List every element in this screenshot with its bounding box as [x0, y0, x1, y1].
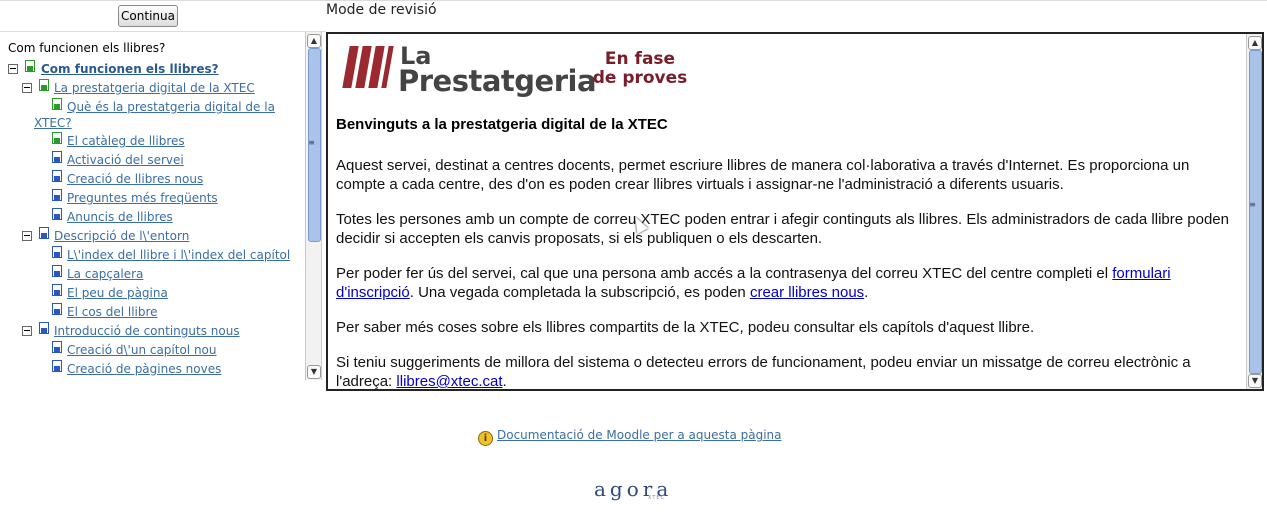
toc-item-page[interactable]: Activació del servei: [67, 152, 184, 168]
toc-link[interactable]: Activació del servei: [67, 153, 184, 167]
blue-page-icon: [52, 284, 62, 296]
blue-page-icon: [52, 360, 62, 372]
contact-text-2: .: [502, 373, 507, 390]
toc-item-page[interactable]: La capçalera: [67, 266, 143, 282]
toc-link[interactable]: Creació d\'un capítol nou: [67, 343, 217, 357]
toc-link[interactable]: Descripció de l\'entorn: [54, 229, 189, 243]
create-books-link[interactable]: crear llibres nous: [750, 284, 864, 301]
agora-logo-subtitle: XTEC: [648, 495, 666, 501]
toc-link[interactable]: La prestatgeria digital de la XTEC: [54, 81, 255, 95]
toc-scrollbar[interactable]: ▲ ≡ ▼: [305, 32, 321, 380]
scroll-thumb[interactable]: [1249, 50, 1262, 374]
toc-item-page[interactable]: El cos del llibre: [67, 304, 158, 320]
beta-line-1: En fase: [604, 49, 676, 69]
toc-item-page[interactable]: Anuncis de llibres: [67, 209, 173, 225]
scroll-grip-icon: ≡: [308, 138, 315, 147]
continue-button[interactable]: Continua: [118, 5, 178, 27]
blue-page-icon: [52, 246, 62, 258]
beta-line-2: de proves: [592, 68, 688, 88]
content-frame: La Prestatgeria En fase de proves Benvin…: [326, 32, 1264, 391]
collapse-toggle-icon[interactable]: [22, 83, 32, 93]
scroll-grip-icon: ≡: [1249, 200, 1256, 209]
beta-label: En fase de proves: [590, 50, 690, 88]
scroll-down-arrow-icon[interactable]: ▼: [307, 365, 321, 379]
logo-large-text: Prestatgeria: [398, 64, 597, 98]
toc-link[interactable]: Com funcionen els llibres?: [41, 62, 219, 76]
info-icon: i: [478, 431, 493, 446]
toc-link[interactable]: La capçalera: [67, 267, 143, 281]
scroll-up-arrow-icon[interactable]: ▲: [307, 34, 321, 48]
scroll-up-arrow-icon[interactable]: ▲: [1248, 36, 1262, 50]
blue-page-icon: [52, 151, 62, 163]
toc-heading: Com funcionen els llibres?: [8, 41, 166, 55]
toc-link[interactable]: El catàleg de llibres: [67, 134, 185, 148]
blue-page-icon: [39, 322, 49, 334]
moodle-doc-link[interactable]: Documentació de Moodle per a aquesta pàg…: [497, 428, 782, 442]
toc-item-chapter[interactable]: La prestatgeria digital de la XTEC: [54, 80, 255, 96]
mode-title: Mode de revisió: [326, 2, 437, 18]
green-page-icon: [52, 132, 62, 144]
toc-link[interactable]: Anuncis de llibres: [67, 210, 173, 224]
toc-link[interactable]: El peu de pàgina: [67, 286, 168, 300]
toc-link[interactable]: L\'index del llibre i l\'index del capít…: [67, 248, 290, 262]
toc-link[interactable]: Creació de llibres nous: [67, 172, 203, 186]
paragraph-intro: Aquest servei, destinat a centres docent…: [336, 157, 1190, 193]
toc-item-chapter[interactable]: Descripció de l\'entorn: [54, 228, 189, 244]
blue-page-icon: [52, 170, 62, 182]
paragraph-contact: Si teniu suggeriments de millora del sis…: [336, 353, 1236, 390]
prestatgeria-logo: La Prestatgeria: [342, 42, 597, 98]
signup-text-3: .: [864, 284, 869, 301]
scroll-down-arrow-icon[interactable]: ▼: [1248, 374, 1262, 388]
toc-item-page[interactable]: Preguntes més freqüents: [67, 190, 218, 206]
toc-item-chapter[interactable]: Introducció de continguts nous: [54, 323, 240, 339]
paragraph-signup: Per poder fer ús del servei, cal que una…: [336, 264, 1236, 302]
toc-item-page[interactable]: Creació de pàgines noves: [67, 361, 221, 377]
toc-list: Com funcionen els llibres? Com funcionen…: [0, 32, 304, 380]
content-scrollbar[interactable]: ▲ ≡ ▼: [1246, 34, 1262, 389]
signup-text: Per poder fer ús del servei, cal que una…: [336, 265, 1113, 282]
paragraph-more-info: Per saber més coses sobre els llibres co…: [336, 319, 1035, 336]
toc-item-page[interactable]: Creació de llibres nous: [67, 171, 203, 187]
toc-link[interactable]: Preguntes més freqüents: [67, 191, 218, 205]
blue-page-icon: [52, 341, 62, 353]
green-page-icon: [39, 79, 49, 91]
blue-page-icon: [52, 189, 62, 201]
content-title: Benvinguts a la prestatgeria digital de …: [336, 116, 668, 133]
collapse-toggle-icon[interactable]: [22, 326, 32, 336]
email-link[interactable]: llibres@xtec.cat: [396, 373, 502, 389]
top-divider: [0, 0, 1267, 1]
toc-item-page[interactable]: El peu de pàgina: [67, 285, 168, 301]
toc-item-root[interactable]: Com funcionen els llibres?: [41, 61, 219, 77]
toc-item-page[interactable]: El catàleg de llibres: [67, 133, 185, 149]
blue-page-icon: [39, 227, 49, 239]
toc-item-page[interactable]: L\'index del llibre i l\'index del capít…: [67, 247, 290, 263]
blue-page-icon: [52, 303, 62, 315]
moodle-doc-footer: i Documentació de Moodle per a aquesta pà…: [478, 428, 782, 446]
blue-page-icon: [52, 265, 62, 277]
blue-page-icon: [52, 208, 62, 220]
toc-item-page[interactable]: Què és la prestatgeria digital de la XTE…: [34, 99, 284, 131]
toc-item-page[interactable]: Creació d\'un capítol nou: [67, 342, 217, 358]
toc-link[interactable]: El cos del llibre: [67, 305, 158, 319]
signup-text-2: . Una vegada completada la subscripció, …: [409, 284, 750, 301]
collapse-toggle-icon[interactable]: [8, 64, 18, 74]
toc-link[interactable]: Introducció de continguts nous: [54, 324, 240, 338]
toc-frame: Com funcionen els llibres? Com funcionen…: [0, 32, 322, 380]
collapse-toggle-icon[interactable]: [22, 231, 32, 241]
toc-link[interactable]: Què és la prestatgeria digital de la XTE…: [34, 100, 275, 130]
green-page-icon: [25, 60, 35, 72]
toc-link[interactable]: Creació de pàgines noves: [67, 362, 221, 376]
paragraph-accounts: Totes les persones amb un compte de corr…: [336, 211, 1229, 247]
